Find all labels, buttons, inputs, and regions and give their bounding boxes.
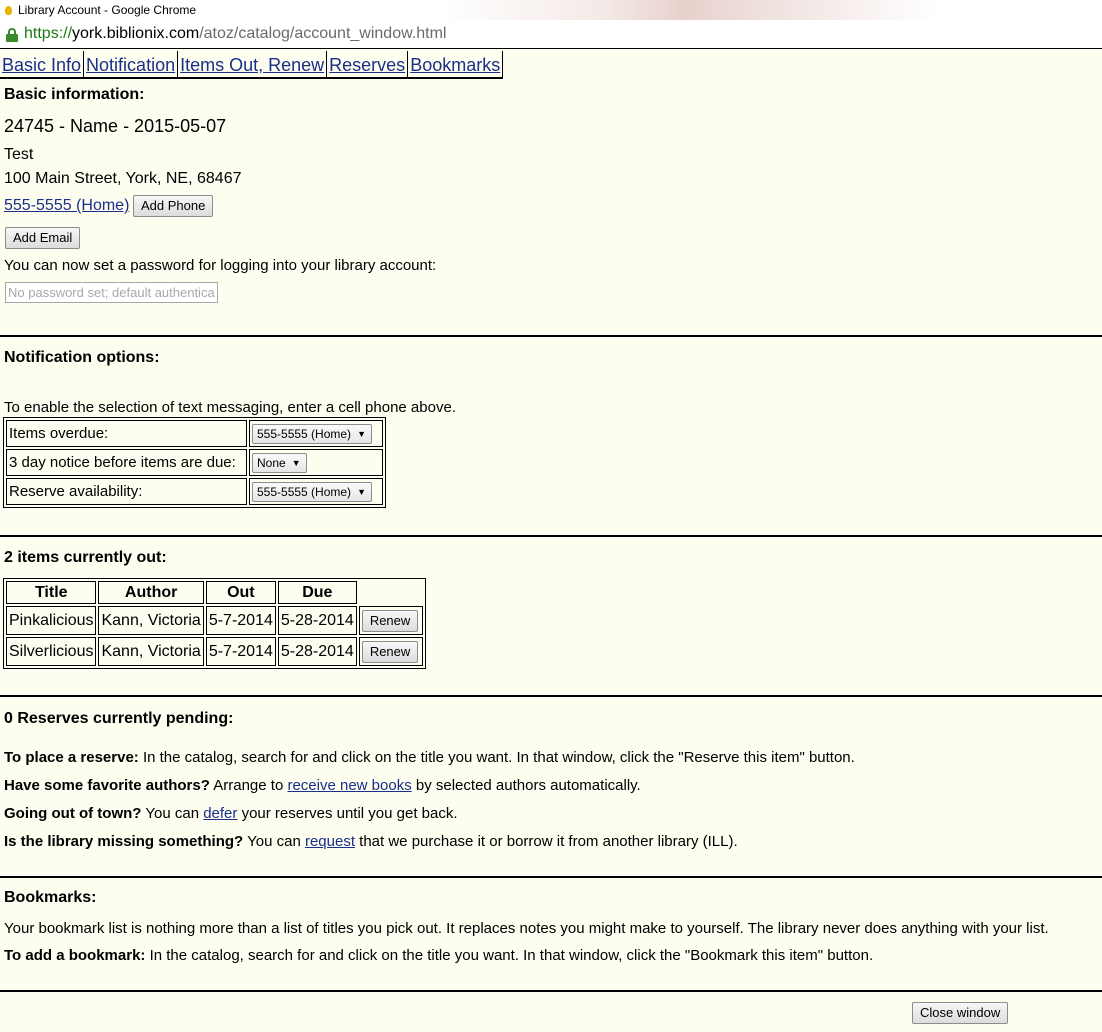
favorite-authors-text: Have some favorite authors? Arrange to r… [4, 777, 641, 794]
item-title: Silverlicious [6, 637, 97, 666]
place-reserve-instructions: In the catalog, search for and click on … [138, 749, 855, 766]
password-field[interactable] [5, 282, 218, 303]
tab-basic-info[interactable]: Basic Info [0, 51, 85, 77]
column-header-author: Author [98, 581, 204, 604]
notification-label: Reserve availability: [6, 478, 247, 505]
tab-items-out-renew[interactable]: Items Out, Renew [178, 51, 328, 77]
password-prompt: You can now set a password for logging i… [4, 257, 437, 274]
missing-something-pre: You can [243, 833, 305, 850]
divider [0, 335, 1102, 337]
missing-something-text: Is the library missing something? You ca… [4, 833, 738, 850]
patron-name: Test [4, 146, 34, 163]
item-author: Kann, Victoria [98, 637, 204, 666]
divider [0, 876, 1102, 878]
account-line: 24745 - Name - 2015-05-07 [4, 116, 227, 136]
item-due-date: 5-28-2014 [277, 606, 357, 635]
add-bookmark-instructions: In the catalog, search for and click on … [145, 947, 874, 964]
due-notice-select[interactable]: None ▼ [252, 452, 307, 473]
table-row: Silverlicious Kann, Victoria 5-7-2014 5-… [6, 637, 423, 666]
item-title: Pinkalicious [6, 606, 97, 635]
favorite-authors-pre: Arrange to [209, 777, 288, 794]
out-of-town-text: Going out of town? You can defer your re… [4, 805, 458, 822]
dropdown-arrow-icon: ▼ [291, 457, 301, 468]
items-out-header-row: Title Author Out Due [6, 581, 423, 604]
items-out-heading: 2 items currently out: [4, 549, 167, 566]
lock-icon [6, 28, 18, 42]
add-phone-button[interactable]: Add Phone [133, 195, 214, 217]
out-of-town-pre: You can [141, 805, 204, 822]
notification-row: Items overdue: 555-5555 (Home) ▼ [6, 420, 383, 447]
section-tabs: Basic Info Notification Items Out, Renew… [0, 51, 504, 79]
divider [0, 535, 1102, 537]
select-value: None [257, 455, 286, 470]
renew-button[interactable]: Renew [361, 640, 419, 663]
missing-something-post: that we purchase it or borrow it from an… [355, 833, 738, 850]
place-reserve-text: To place a reserve: In the catalog, sear… [4, 749, 855, 766]
phone-link[interactable]: 555-5555 (Home) [4, 197, 129, 214]
address-bar[interactable]: https://york.biblionix.com/atoz/catalog/… [0, 20, 1102, 49]
tab-notification[interactable]: Notification [84, 51, 179, 77]
favorite-authors-post: by selected authors automatically. [411, 777, 641, 794]
notification-row: 3 day notice before items are due: None ▼ [6, 449, 383, 476]
close-window-button[interactable]: Close window [912, 1002, 1009, 1024]
items-overdue-select[interactable]: 555-5555 (Home) ▼ [252, 423, 373, 444]
notification-row: Reserve availability: 555-5555 (Home) ▼ [6, 478, 383, 505]
item-out-date: 5-7-2014 [205, 606, 276, 635]
tab-reserves[interactable]: Reserves [327, 51, 409, 77]
column-header-title: Title [6, 581, 97, 604]
notification-heading: Notification options: [4, 349, 160, 366]
divider [0, 990, 1102, 992]
reserves-heading: 0 Reserves currently pending: [4, 710, 234, 727]
column-header-out: Out [205, 581, 276, 604]
column-header-due: Due [277, 581, 357, 604]
notification-table: Items overdue: 555-5555 (Home) ▼ 3 day no… [3, 417, 386, 508]
divider [0, 695, 1102, 697]
out-of-town-post: your reserves until you get back. [237, 805, 458, 822]
notification-label: 3 day notice before items are due: [6, 449, 247, 476]
url-scheme: https:// [24, 25, 73, 42]
add-bookmark-label: To add a bookmark: [4, 947, 146, 964]
select-value: 555-5555 (Home) [257, 484, 352, 499]
table-row: Pinkalicious Kann, Victoria 5-7-2014 5-2… [6, 606, 423, 635]
dropdown-arrow-icon: ▼ [357, 486, 367, 497]
request-link[interactable]: request [305, 833, 355, 850]
patron-address: 100 Main Street, York, NE, 68467 [4, 170, 242, 187]
basic-info-heading: Basic information: [4, 86, 145, 103]
dropdown-arrow-icon: ▼ [357, 428, 367, 439]
tab-bookmarks[interactable]: Bookmarks [408, 51, 504, 77]
place-reserve-label: To place a reserve: [4, 749, 139, 766]
item-out-date: 5-7-2014 [205, 637, 276, 666]
biblionix-favicon-icon [4, 4, 13, 16]
select-value: 555-5555 (Home) [257, 426, 352, 441]
window-titlebar: Library Account - Google Chrome [0, 0, 1102, 20]
notification-label: Items overdue: [6, 420, 247, 447]
bookmarks-description: Your bookmark list is nothing more than … [4, 920, 1049, 937]
window-title: Library Account - Google Chrome [18, 3, 197, 17]
add-bookmark-text: To add a bookmark: In the catalog, searc… [4, 947, 873, 964]
receive-new-books-link[interactable]: receive new books [287, 777, 411, 794]
reserve-availability-select[interactable]: 555-5555 (Home) ▼ [252, 481, 373, 502]
page-content: Basic Info Notification Items Out, Renew… [0, 49, 1102, 1032]
items-out-table: Title Author Out Due Pinkalicious Kann, … [3, 578, 426, 669]
url-path: /atoz/catalog/account_window.html [199, 25, 447, 42]
add-email-button[interactable]: Add Email [5, 227, 81, 249]
favorite-authors-label: Have some favorite authors? [4, 777, 210, 794]
url-host: york.biblionix.com [72, 25, 200, 42]
defer-link[interactable]: defer [203, 805, 237, 822]
renew-button[interactable]: Renew [361, 609, 419, 632]
out-of-town-label: Going out of town? [4, 805, 142, 822]
bookmarks-heading: Bookmarks: [4, 889, 97, 906]
notification-hint: To enable the selection of text messagin… [4, 399, 456, 416]
item-due-date: 5-28-2014 [277, 637, 357, 666]
item-author: Kann, Victoria [98, 606, 204, 635]
missing-something-label: Is the library missing something? [4, 833, 244, 850]
